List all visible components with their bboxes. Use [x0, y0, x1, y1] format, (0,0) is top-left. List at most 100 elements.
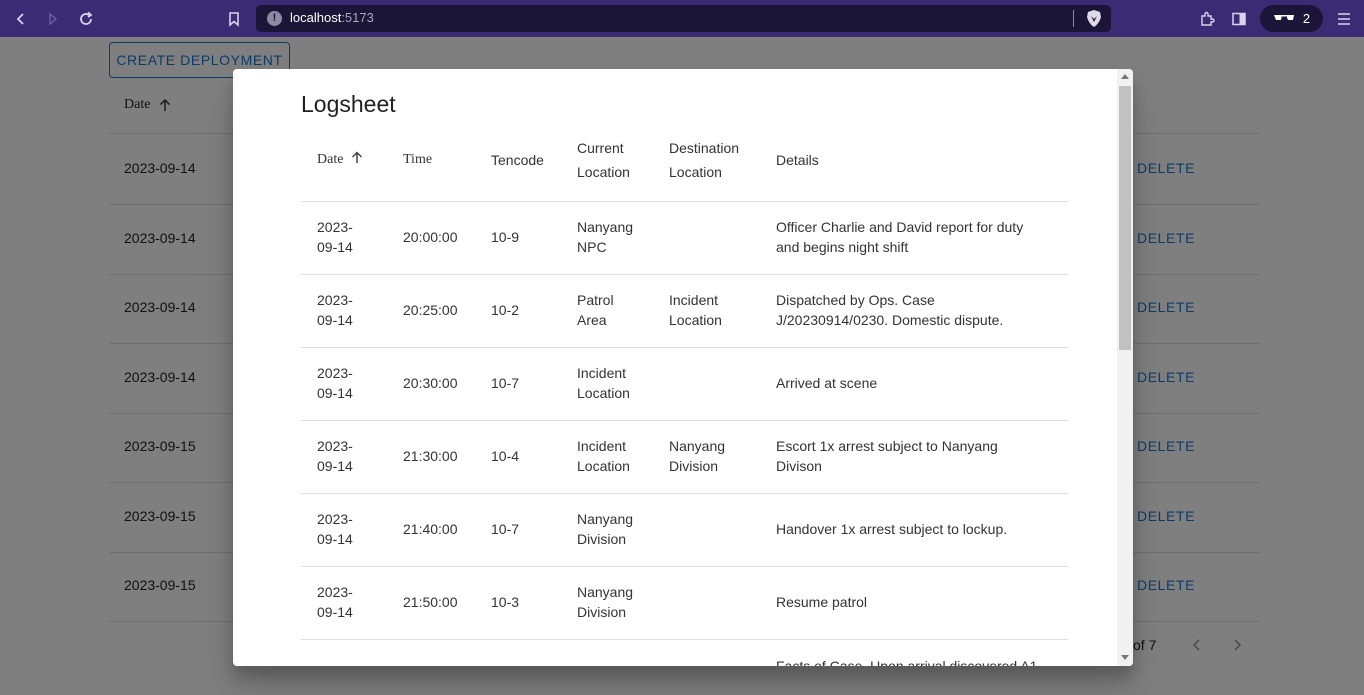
- browser-toolbar: ! localhost:5173 2: [0, 0, 1364, 37]
- log-time-line1: 21:50:00: [403, 594, 458, 610]
- log-date-line1: 2023-: [317, 292, 353, 308]
- scroll-up-arrow-icon[interactable]: [1121, 74, 1129, 79]
- date-header-label: Date: [317, 152, 344, 167]
- log-details: Officer Charlie and David report for dut…: [776, 217, 1056, 257]
- address-bar[interactable]: ! localhost:5173: [256, 5, 1111, 32]
- log-tencode: 10-3: [491, 592, 571, 612]
- log-tencode-line1: 10-7: [491, 375, 520, 391]
- log-destination-location-line1: Incident: [669, 292, 719, 308]
- log-current-location-line2: Division: [577, 531, 627, 547]
- logsheet-row: 2023- 09-14 21:40:00 10-7 Nanyang Division Han…: [301, 494, 1068, 567]
- log-destination-location: Nanyang Division: [669, 436, 761, 476]
- log-details-line2: and begins night shift: [776, 239, 909, 255]
- log-details: Facts of Case. Upon arrival discovered A…: [776, 656, 1056, 666]
- url-text[interactable]: localhost:5173: [290, 10, 374, 25]
- destination-location-column-header[interactable]: Destination Location: [669, 136, 761, 184]
- log-current-location-line1: Nanyang: [577, 511, 634, 527]
- log-date: 2023- 09-14: [317, 363, 387, 403]
- dialog-scrollbar[interactable]: [1117, 69, 1133, 666]
- log-current-location: Patrol Area: [577, 290, 657, 330]
- log-date-line1: 2023-: [317, 365, 353, 381]
- log-details-line1: Resume patrol: [776, 594, 868, 610]
- log-details-line1: Officer Charlie and David report for dut…: [776, 219, 1024, 235]
- log-date-line2: 09-14: [317, 385, 353, 401]
- log-tencode: 10-9: [491, 227, 571, 247]
- log-date: 2023- 09-14: [317, 436, 387, 476]
- log-current-location: Nanyang Division: [577, 582, 657, 622]
- log-details-line1: Handover 1x arrest subject to lockup.: [776, 521, 1008, 537]
- log-details-line2: Divison: [776, 458, 822, 474]
- extensions-icon[interactable]: [1196, 8, 1218, 30]
- log-current-location-line2: Area: [577, 312, 607, 328]
- current-location-column-header[interactable]: Current Location: [577, 136, 657, 184]
- bookmark-icon[interactable]: [223, 8, 245, 30]
- log-time: 20:30:00: [403, 373, 483, 393]
- log-date: 2023- 09-14: [317, 217, 387, 257]
- log-current-location: [577, 656, 657, 666]
- log-date-line1: 2023-: [317, 511, 353, 527]
- log-destination-location: Incident Location: [669, 290, 761, 330]
- log-current-location-line2: NPC: [577, 239, 607, 255]
- glasses-icon: [1273, 11, 1295, 26]
- log-time: 20:00:00: [403, 227, 483, 247]
- logsheet-row: 2023- 09-14 20:30:00 10-7 Incident Location Ar…: [301, 348, 1068, 421]
- dest-header-line2: Location: [669, 164, 722, 180]
- log-destination-location: [669, 592, 761, 612]
- log-time-line1: 21:30:00: [403, 448, 458, 464]
- log-details: Resume patrol: [776, 592, 1056, 612]
- wallet-count: 2: [1302, 11, 1311, 26]
- scroll-thumb[interactable]: [1119, 86, 1131, 350]
- log-date-line1: 2023-: [317, 219, 353, 235]
- log-tencode: 10-4: [491, 446, 571, 466]
- wallet-button[interactable]: 2: [1260, 5, 1323, 32]
- log-details-line1: Escort 1x arrest subject to Nanyang: [776, 438, 998, 454]
- logsheet-row: 2023- 09-14 21:30:00 10-4 Incident Location Na…: [301, 421, 1068, 494]
- log-tencode-line1: 10-9: [491, 229, 520, 245]
- log-date-line2: 09-14: [317, 531, 353, 547]
- log-details: Escort 1x arrest subject to Nanyang Divis…: [776, 436, 1056, 476]
- log-date: 2023- 09-14: [317, 582, 387, 622]
- log-details-line1: Dispatched by Ops. Case: [776, 292, 935, 308]
- logsheet-table-header: Date Time Tencode Current Location Desti…: [301, 127, 1068, 202]
- log-current-location-line2: Location: [577, 385, 630, 401]
- logsheet-row: 2023- 09-14 21:50:00 10-3 Nanyang Division Res…: [301, 567, 1068, 640]
- log-details: Arrived at scene: [776, 373, 1056, 393]
- logsheet-row: 2023- 09-14 20:25:00 10-2 Patrol Area Incident…: [301, 275, 1068, 348]
- tencode-column-header[interactable]: Tencode: [491, 148, 571, 172]
- log-current-location-line1: Patrol: [577, 292, 614, 308]
- log-tencode-line1: 10-3: [491, 594, 520, 610]
- log-details: Dispatched by Ops. Case J/20230914/0230. …: [776, 290, 1056, 330]
- date-column-header[interactable]: Date: [317, 148, 387, 172]
- log-current-location-line1: Incident: [577, 365, 627, 381]
- log-destination-location: [669, 373, 761, 393]
- log-date-line1: 2023-: [317, 584, 353, 600]
- log-date-line2: 09-14: [317, 458, 353, 474]
- log-tencode-line1: 10-2: [491, 302, 520, 318]
- brave-shield-icon[interactable]: [1085, 9, 1103, 28]
- log-time-line1: 20:00:00: [403, 229, 458, 245]
- sort-ascending-icon: [351, 151, 362, 163]
- dialog-title: Logsheet: [301, 91, 396, 117]
- sidebar-icon[interactable]: [1228, 8, 1250, 30]
- time-column-header[interactable]: Time: [403, 148, 483, 172]
- log-destination-location-line2: Division: [669, 458, 719, 474]
- log-tencode: 10-2: [491, 300, 571, 320]
- log-current-location-line2: Location: [577, 458, 630, 474]
- logsheet-row: Facts of Case. Upon arrival discovered A…: [301, 640, 1068, 666]
- menu-icon[interactable]: [1333, 8, 1355, 30]
- log-current-location-line1: Nanyang: [577, 219, 634, 235]
- log-date-line2: 09-14: [317, 239, 353, 255]
- log-time-line1: 21:40:00: [403, 521, 458, 537]
- log-tencode-line1: 10-4: [491, 448, 520, 464]
- log-current-location: Incident Location: [577, 363, 657, 403]
- reload-icon[interactable]: [75, 8, 97, 30]
- log-date: 2023- 09-14: [317, 290, 387, 330]
- site-info-icon[interactable]: !: [267, 11, 282, 26]
- log-destination-location: [669, 519, 761, 539]
- forward-icon[interactable]: [42, 8, 64, 30]
- scroll-down-arrow-icon[interactable]: [1121, 655, 1129, 660]
- back-icon[interactable]: [10, 8, 32, 30]
- log-current-location: Incident Location: [577, 436, 657, 476]
- log-time-line1: 20:25:00: [403, 302, 458, 318]
- details-column-header[interactable]: Details: [776, 148, 1056, 172]
